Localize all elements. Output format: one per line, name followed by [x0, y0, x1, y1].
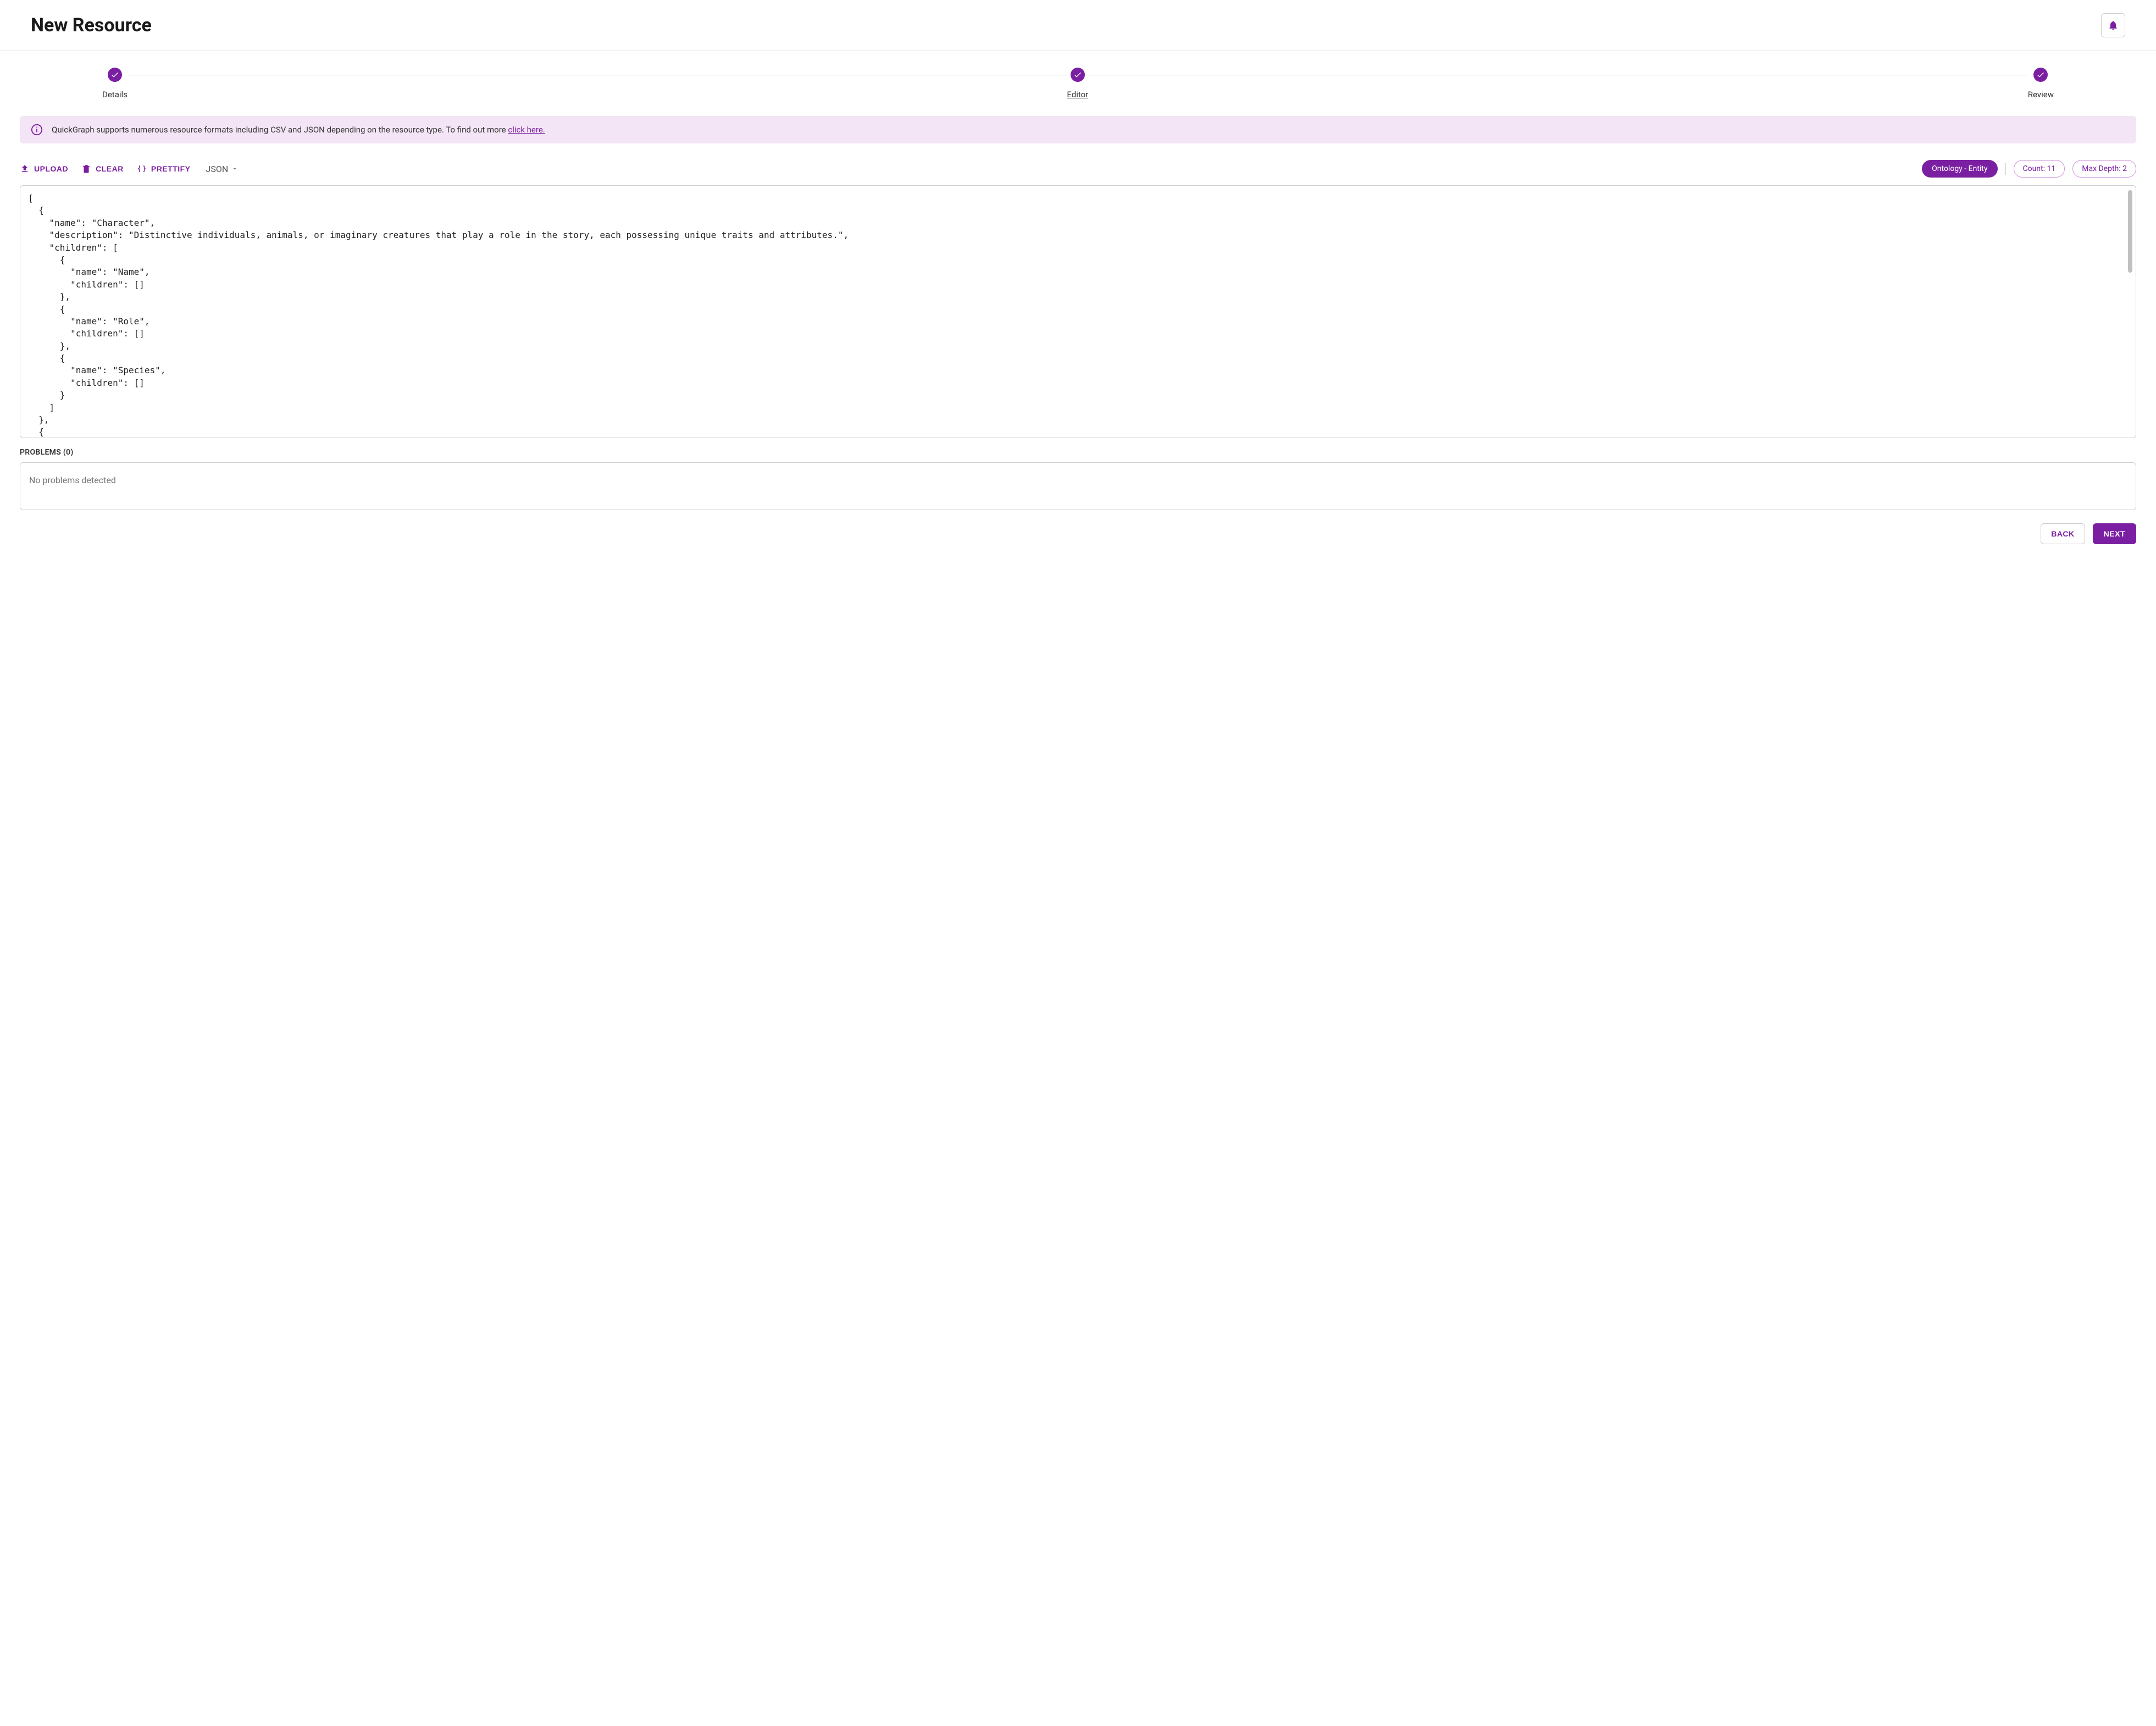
format-select[interactable]: JSON	[206, 164, 239, 174]
divider	[2005, 163, 2006, 175]
clear-label: CLEAR	[96, 164, 124, 173]
info-icon	[31, 124, 43, 136]
topbar: New Resource	[0, 0, 2156, 51]
toolbar: UPLOAD CLEAR PRETTIFY JSON Ontology - En…	[20, 160, 2136, 178]
clear-button[interactable]: CLEAR	[81, 164, 124, 174]
format-value: JSON	[206, 164, 229, 174]
step-editor[interactable]: Editor	[1067, 68, 1088, 99]
json-editor[interactable]: [ { "name": "Character", "description": …	[20, 186, 2136, 438]
toolbar-right: Ontology - Entity Count: 11 Max Depth: 2	[1922, 160, 2136, 178]
problems-empty-text: No problems detected	[29, 475, 116, 485]
upload-label: UPLOAD	[34, 164, 68, 173]
prettify-button[interactable]: PRETTIFY	[137, 164, 191, 174]
step-details[interactable]: Details	[102, 68, 128, 99]
check-icon	[1071, 68, 1085, 82]
upload-button[interactable]: UPLOAD	[20, 164, 68, 174]
problems-box: No problems detected	[20, 462, 2136, 510]
resource-type-chip: Ontology - Entity	[1922, 160, 1997, 178]
info-text-wrapper: QuickGraph supports numerous resource fo…	[52, 125, 545, 135]
check-icon	[2033, 68, 2048, 82]
editor-box: [ { "name": "Character", "description": …	[20, 185, 2136, 438]
trash-icon	[81, 164, 91, 174]
toolbar-left: UPLOAD CLEAR PRETTIFY JSON	[20, 164, 238, 174]
step-review[interactable]: Review	[2028, 68, 2054, 99]
upload-icon	[20, 164, 30, 174]
scrollbar-thumb[interactable]	[2128, 190, 2132, 273]
step-label: Editor	[1067, 90, 1088, 99]
prettify-label: PRETTIFY	[151, 164, 191, 173]
depth-chip: Max Depth: 2	[2072, 160, 2136, 178]
notifications-button[interactable]	[2101, 13, 2125, 37]
step-label: Details	[102, 90, 128, 99]
stepper: Details Editor Review	[102, 68, 2054, 99]
braces-icon	[137, 164, 147, 174]
bell-icon	[2108, 20, 2119, 31]
next-button[interactable]: NEXT	[2093, 523, 2136, 544]
count-chip: Count: 11	[2014, 160, 2065, 178]
back-button[interactable]: BACK	[2041, 523, 2085, 544]
info-link[interactable]: click here.	[508, 125, 545, 135]
page-title: New Resource	[31, 14, 152, 36]
step-label: Review	[2028, 90, 2054, 99]
info-banner: QuickGraph supports numerous resource fo…	[20, 116, 2136, 143]
info-text: QuickGraph supports numerous resource fo…	[52, 125, 508, 135]
footer: BACK NEXT	[20, 523, 2136, 544]
dropdown-icon	[231, 165, 238, 172]
check-icon	[108, 68, 122, 82]
problems-label: PROBLEMS (0)	[20, 448, 2136, 457]
